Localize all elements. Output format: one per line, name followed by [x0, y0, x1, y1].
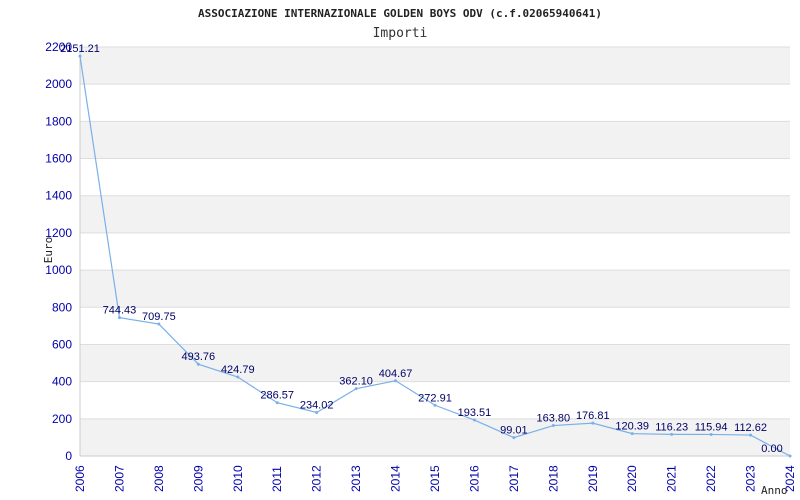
- y-tick-label: 600: [52, 337, 72, 351]
- data-label: 2151.21: [60, 43, 100, 55]
- y-tick-label: 0: [65, 449, 72, 463]
- chart-title: ASSOCIAZIONE INTERNAZIONALE GOLDEN BOYS …: [198, 7, 602, 20]
- x-tick-label: 2023: [744, 465, 758, 492]
- data-label: 424.79: [221, 364, 255, 376]
- x-tick-label: 2019: [586, 465, 600, 492]
- data-label: 404.67: [379, 368, 413, 380]
- data-label: 193.51: [458, 407, 492, 419]
- data-label: 362.10: [339, 376, 373, 388]
- grid-band: [80, 121, 790, 159]
- data-label: 120.39: [615, 421, 649, 433]
- x-tick-label: 2010: [231, 465, 245, 492]
- line-chart: ASSOCIAZIONE INTERNAZIONALE GOLDEN BOYS …: [42, 7, 797, 497]
- x-tick-label: 2013: [349, 465, 363, 492]
- data-label: 709.75: [142, 311, 176, 323]
- y-tick-label: 1600: [45, 152, 72, 166]
- x-tick-label: 2018: [546, 465, 560, 492]
- x-tick-label: 2022: [704, 465, 718, 492]
- x-tick-label: 2008: [152, 465, 166, 492]
- x-tick-label: 2006: [73, 465, 87, 492]
- x-tick-label: 2012: [310, 465, 324, 492]
- x-tick-label: 2021: [665, 465, 679, 492]
- data-label: 744.43: [103, 305, 137, 317]
- x-tick-label: 2016: [467, 465, 481, 492]
- y-tick-label: 2000: [45, 77, 72, 91]
- x-tick-label: 2017: [507, 465, 521, 492]
- x-tick-label: 2011: [270, 466, 284, 492]
- plot-area: 0200400600800100012001400160018002000220…: [45, 40, 797, 492]
- data-label: 493.76: [182, 351, 216, 363]
- grid-band: [80, 47, 790, 85]
- data-point: [788, 454, 792, 458]
- x-tick-label: 2014: [389, 465, 403, 492]
- y-axis-label: Euro: [42, 237, 55, 264]
- x-tick-label: 2015: [428, 465, 442, 492]
- data-label: 115.94: [695, 421, 728, 433]
- data-label: 234.02: [300, 399, 334, 411]
- x-tick-label: 2020: [625, 465, 639, 492]
- chart-subtitle: Importi: [373, 26, 428, 41]
- y-tick-label: 1400: [45, 189, 72, 203]
- x-tick-label: 2007: [112, 465, 126, 492]
- data-label: 163.80: [537, 413, 571, 425]
- y-tick-label: 400: [52, 375, 72, 389]
- data-label: 176.81: [576, 410, 610, 422]
- data-label: 112.62: [734, 422, 767, 434]
- x-axis-label: Anno: [761, 484, 788, 497]
- y-tick-label: 200: [52, 412, 72, 426]
- grid-band: [80, 195, 790, 233]
- x-tick-label: 2009: [191, 465, 205, 492]
- y-tick-label: 800: [52, 300, 72, 314]
- data-label: 116.23: [655, 421, 688, 433]
- data-label: 0.00: [761, 443, 782, 455]
- data-label: 272.91: [418, 392, 452, 404]
- y-tick-label: 1800: [45, 114, 72, 128]
- data-label: 286.57: [260, 390, 294, 402]
- data-label: 99.01: [500, 425, 528, 437]
- grid-band: [80, 270, 790, 308]
- y-tick-label: 1000: [45, 263, 72, 277]
